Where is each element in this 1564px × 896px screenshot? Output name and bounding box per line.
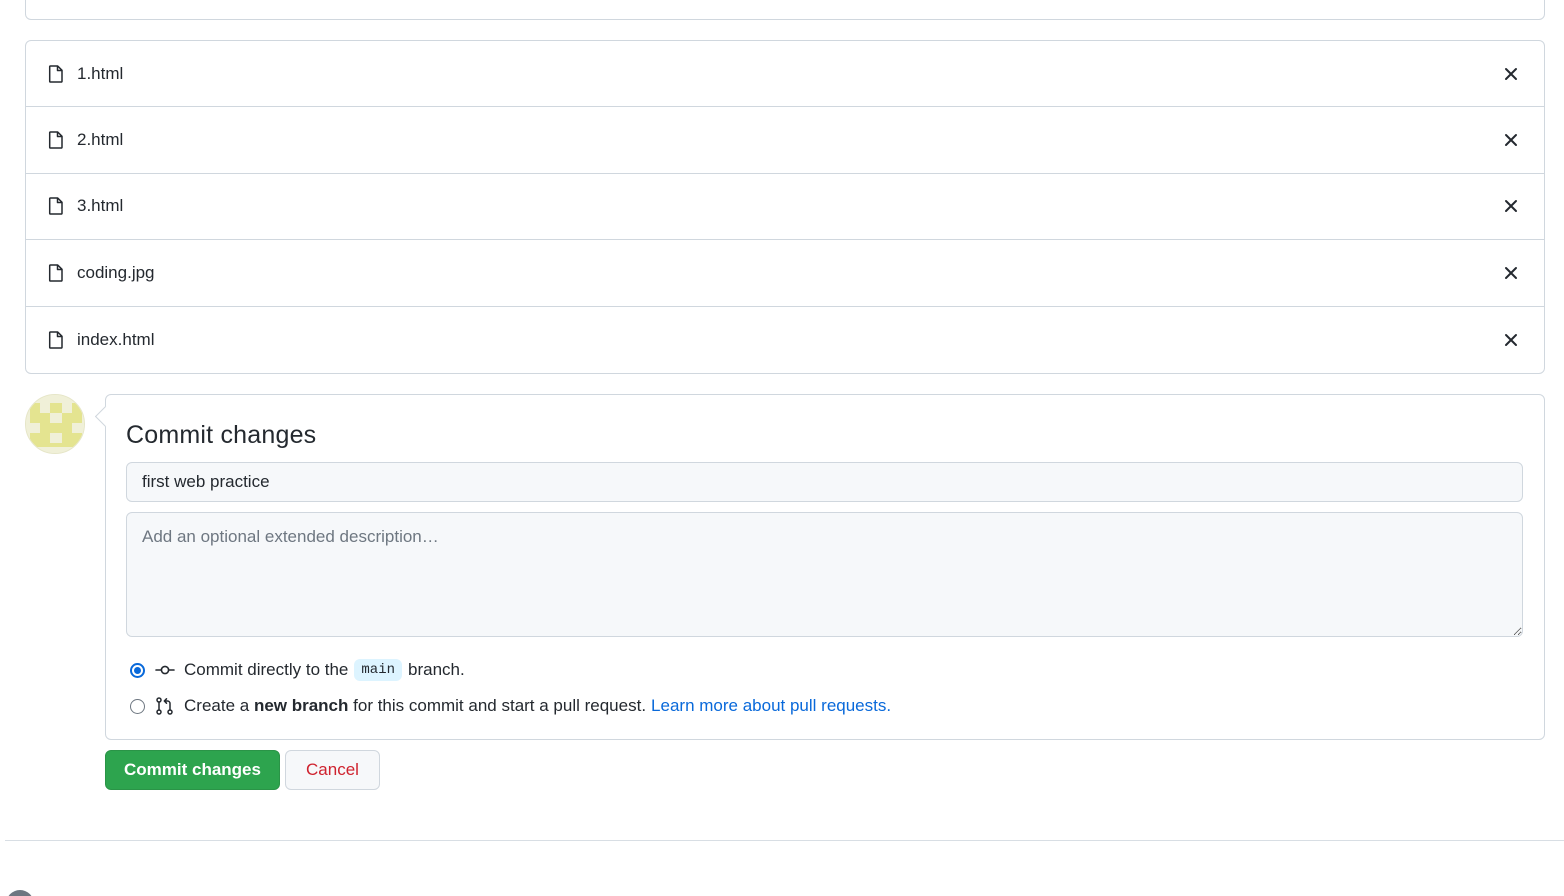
git-commit-icon: [155, 661, 175, 679]
commit-direct-radio[interactable]: [130, 662, 145, 678]
close-icon: [1505, 134, 1517, 147]
commit-panel: Commit changes Commit directly to the ma…: [105, 394, 1545, 740]
commit-summary-input[interactable]: [126, 462, 1523, 502]
remove-file-button[interactable]: [1500, 129, 1522, 151]
file-icon: [48, 264, 64, 282]
github-logo-icon[interactable]: [6, 890, 34, 896]
commit-changes-button[interactable]: Commit changes: [105, 750, 280, 790]
footer-divider: [5, 840, 1564, 841]
file-list: 1.html 2.html 3.html coding.jpg index.ht…: [25, 40, 1545, 374]
file-row: 2.html: [26, 107, 1544, 174]
new-branch-prefix: Create a: [184, 696, 250, 715]
close-icon: [1505, 200, 1517, 213]
close-icon: [1505, 67, 1517, 80]
file-name: 2.html: [77, 130, 124, 150]
file-icon: [48, 197, 64, 216]
file-name: 1.html: [77, 63, 124, 83]
close-icon: [1505, 266, 1517, 279]
close-icon: [1505, 333, 1517, 346]
remove-file-button[interactable]: [1500, 63, 1522, 85]
branch-name-badge: main: [354, 659, 402, 681]
remove-file-button[interactable]: [1500, 195, 1522, 217]
file-row: 1.html: [26, 41, 1544, 108]
learn-more-pull-requests-link[interactable]: Learn more about pull requests.: [651, 696, 891, 716]
commit-direct-prefix: Commit directly to the: [184, 660, 349, 679]
previous-panel: [25, 0, 1545, 20]
remove-file-button[interactable]: [1500, 329, 1522, 351]
file-icon: [48, 64, 64, 83]
identicon: [26, 395, 84, 453]
file-name: coding.jpg: [77, 262, 155, 282]
new-branch-suffix: for this commit and start a pull request…: [353, 696, 647, 715]
remove-file-button[interactable]: [1500, 262, 1522, 284]
new-branch-bold: new branch: [253, 696, 349, 715]
file-row: coding.jpg: [26, 240, 1544, 307]
git-pull-request-icon: [155, 697, 175, 715]
commit-title: Commit changes: [126, 421, 317, 449]
file-icon: [48, 331, 64, 349]
new-branch-option[interactable]: Create a new branch for this commit and …: [130, 696, 891, 716]
file-row: 3.html: [26, 174, 1544, 241]
commit-direct-suffix: branch.: [408, 660, 465, 679]
file-row: index.html: [26, 307, 1544, 373]
file-name: index.html: [77, 329, 155, 349]
commit-direct-option[interactable]: Commit directly to the main branch.: [130, 659, 465, 681]
file-icon: [48, 131, 64, 149]
avatar: [25, 394, 85, 454]
file-name: 3.html: [77, 196, 124, 216]
cancel-button[interactable]: Cancel: [285, 750, 380, 790]
commit-description-input[interactable]: [126, 512, 1523, 637]
new-branch-radio[interactable]: [130, 698, 145, 714]
